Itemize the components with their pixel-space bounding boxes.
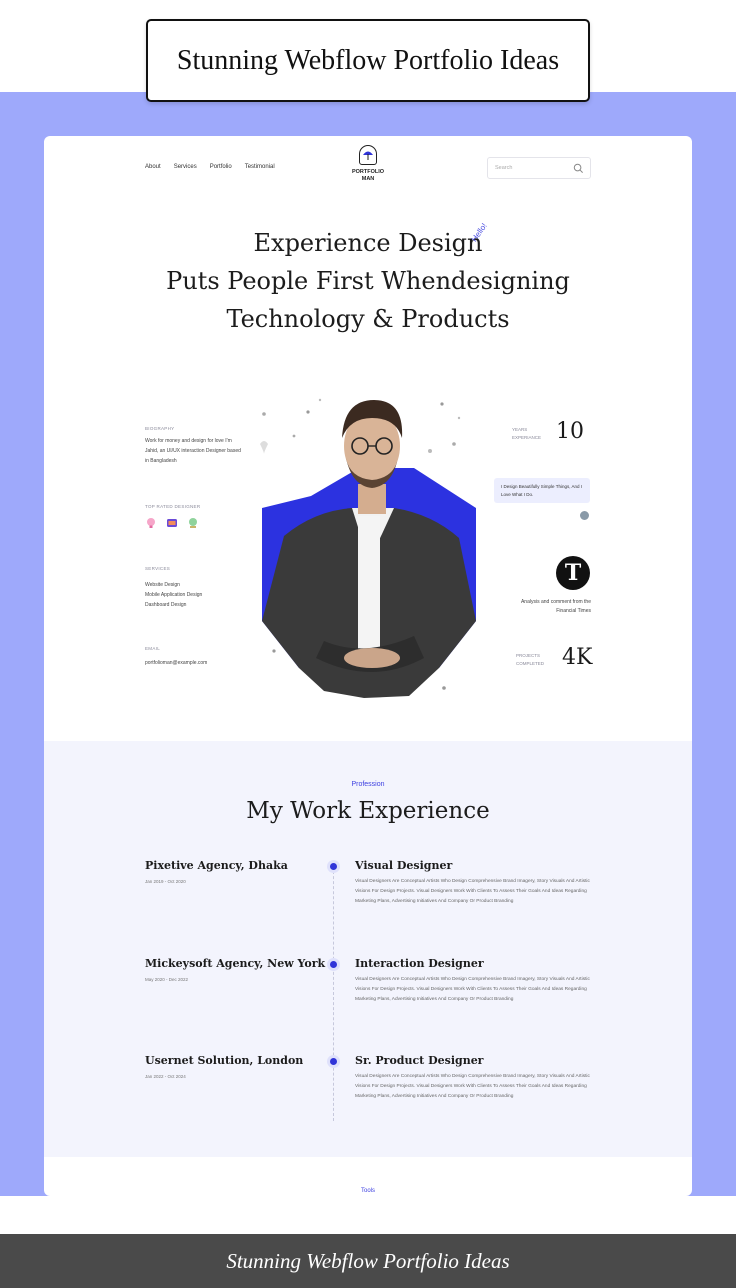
years-label: YEARS EXPERIANCE <box>512 426 541 442</box>
biography-text: Work for money and design for love I'm J… <box>145 438 241 464</box>
logo-text-line2: MAN <box>361 176 375 182</box>
timeline-dot <box>327 1055 340 1068</box>
years-label-line1: YEARS <box>512 427 528 432</box>
nyt-logo-icon: T <box>556 556 590 590</box>
job-role: Interaction Designer <box>355 957 484 970</box>
nav-link-about[interactable]: About <box>145 164 161 170</box>
section-tag: Profession <box>351 781 385 788</box>
window-badge-icon <box>167 519 177 527</box>
job-role: Sr. Product Designer <box>355 1054 484 1067</box>
search-icon[interactable] <box>573 163 584 174</box>
avatar <box>579 510 590 521</box>
experience-item: Pixetive Agency, Dhaka Jan 2019 - Oct 20… <box>44 859 692 949</box>
experience-section: Profession My Work Experience Pixetive A… <box>44 741 692 1157</box>
award-badges <box>145 517 199 529</box>
search-input[interactable]: Search <box>487 157 591 179</box>
experience-item: Mickeysoft Agency, New York May 2020 - D… <box>44 957 692 1047</box>
nav-link-portfolio[interactable]: Portfolio <box>210 164 232 170</box>
footer-caption: Stunning Webflow Portfolio Ideas <box>0 1234 736 1288</box>
timeline-dot <box>327 860 340 873</box>
biography-label: BIOGRAPHY <box>145 426 175 431</box>
service-item: Mobile Application Design <box>145 592 203 598</box>
company-name: Usernet Solution, London <box>145 1054 304 1067</box>
designer-portrait <box>260 398 476 698</box>
press-text: Analysis and comment from the Financial … <box>520 599 591 614</box>
globe-badge-icon <box>189 518 197 528</box>
projects-label-line2: COMPLETED <box>516 661 545 666</box>
quote-bubble: I Design Beautifully Simple Things, And … <box>494 478 590 503</box>
projects-value: 4K <box>562 645 593 670</box>
service-item: Dashboard Design <box>145 602 187 608</box>
company-name: Mickeysoft Agency, New York <box>145 957 326 970</box>
email-link[interactable]: portfolioman@example.com <box>145 660 207 666</box>
date-range: Jan 2019 - Oct 2020 <box>145 879 186 884</box>
services-label: SERVICES <box>145 566 171 571</box>
projects-label: PROJECTS COMPLETED <box>516 652 544 668</box>
site-logo[interactable]: PORTFOLIO MAN <box>338 145 398 183</box>
job-description: Visual Designers Are Conceptual Artists … <box>355 879 590 904</box>
search-placeholder: Search <box>495 165 513 171</box>
section-title: My Work Experience <box>246 798 490 824</box>
company-name: Pixetive Agency, Dhaka <box>145 859 288 872</box>
years-label-line2: EXPERIANCE <box>512 435 542 440</box>
logo-text-line1: PORTFOLIO <box>351 169 385 175</box>
date-range: Jan 2022 - Oct 2024 <box>145 1074 186 1079</box>
hero-line-1: Experience Design <box>253 229 483 257</box>
nav-link-testimonial[interactable]: Testimonial <box>245 164 275 170</box>
experience-item: Usernet Solution, London Jan 2022 - Oct … <box>44 1054 692 1144</box>
header-title: Stunning Webflow Portfolio Ideas <box>146 19 590 102</box>
email-label: EMAIL <box>145 646 161 651</box>
job-role: Visual Designer <box>355 859 453 872</box>
timeline-dot <box>327 958 340 971</box>
hero-line-3: Technology & Products <box>226 305 510 333</box>
services-list: Website Design Mobile Application Design… <box>145 580 202 610</box>
next-section-tag: Tools <box>360 1188 375 1194</box>
site-nav: About Services Portfolio Testimonial POR… <box>44 136 692 206</box>
lightbulb-badge-icon <box>147 518 155 528</box>
hero-line-2: Puts People First Whendesigning <box>166 267 570 295</box>
top-rated-label: TOP RATED DESIGNER <box>145 504 201 509</box>
nav-links: About Services Portfolio Testimonial <box>145 164 275 170</box>
job-description: Visual Designers Are Conceptual Artists … <box>355 977 590 1002</box>
umbrella-icon <box>359 145 377 165</box>
service-item: Website Design <box>145 582 180 588</box>
projects-label-line1: PROJECTS <box>516 653 541 658</box>
date-range: May 2020 - Dec 2022 <box>145 977 189 982</box>
years-value: 10 <box>556 419 584 444</box>
nav-link-services[interactable]: Services <box>174 164 197 170</box>
hero-headline: Experience Design Puts People First When… <box>44 224 692 338</box>
portfolio-preview-card: About Services Portfolio Testimonial POR… <box>44 136 692 1196</box>
job-description: Visual Designers Are Conceptual Artists … <box>355 1074 590 1099</box>
